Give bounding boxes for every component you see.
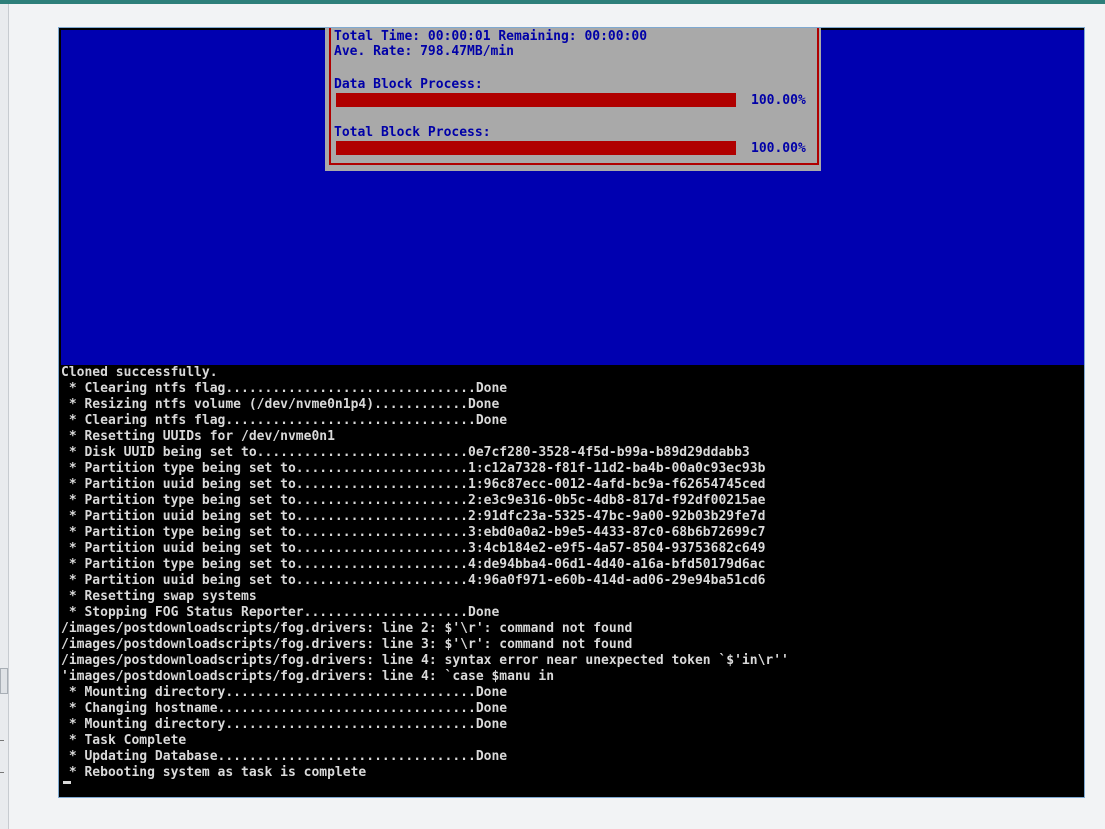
terminal-line: /images/postdownloadscripts/fog.drivers:…	[61, 621, 633, 636]
remote-console-screen[interactable]: Total Time: 00:00:01 Remaining: 00:00:00…	[58, 27, 1085, 798]
terminal-line: /images/postdownloadscripts/fog.drivers:…	[61, 637, 633, 652]
terminal-line: * Partition uuid being set to...........…	[61, 573, 766, 588]
terminal-output: Cloned successfully. * Clearing ntfs fla…	[61, 365, 1084, 797]
left-edge-mark	[0, 772, 4, 773]
total-block-percent: 100.00%	[751, 141, 806, 156]
terminal-line: * Mounting directory....................…	[61, 685, 508, 700]
progress-dialog-frame: Total Time: 00:00:01 Remaining: 00:00:00…	[329, 28, 819, 165]
total-time-text: Total Time: 00:00:01 Remaining: 00:00:00	[334, 29, 648, 44]
total-block-progress-bar	[336, 141, 736, 155]
terminal-line: Cloned successfully.	[61, 365, 218, 380]
terminal-line: * Resetting swap systems	[61, 589, 257, 604]
terminal-line: * Partition type being set to...........…	[61, 525, 766, 540]
terminal-line: * Partition type being set to...........…	[61, 461, 766, 476]
data-block-percent: 100.00%	[751, 93, 806, 108]
terminal-line: * Partition type being set to...........…	[61, 557, 766, 572]
left-edge-mark	[0, 740, 4, 741]
left-panel-edge	[0, 4, 9, 829]
average-rate-text: Ave. Rate: 798.47MB/min	[334, 44, 515, 59]
terminal-line: * Stopping FOG Status Reporter..........…	[61, 605, 500, 620]
terminal-line: * Mounting directory....................…	[61, 717, 508, 732]
terminal-line: * Partition uuid being set to...........…	[61, 477, 766, 492]
terminal-line: * Partition type being set to...........…	[61, 493, 766, 508]
terminal-line: * Clearing ntfs flag....................…	[61, 381, 508, 396]
total-block-label: Total Block Process:	[334, 125, 491, 140]
terminal-line: * Resizing ntfs volume (/dev/nvme0n1p4).…	[61, 397, 500, 412]
data-block-label: Data Block Process:	[334, 77, 483, 92]
terminal-cursor	[63, 781, 71, 784]
left-scroll-button[interactable]	[0, 668, 8, 694]
terminal-line: * Updating Database.....................…	[61, 749, 508, 764]
terminal-line: * Clearing ntfs flag....................…	[61, 413, 508, 428]
data-block-progress-bar	[336, 93, 736, 107]
terminal-line: 'images/postdownloadscripts/fog.drivers:…	[61, 669, 555, 684]
terminal-line: * Disk UUID being set to................…	[61, 445, 750, 460]
terminal-line: * Partition uuid being set to...........…	[61, 509, 766, 524]
terminal-line: /images/postdownloadscripts/fog.drivers:…	[61, 653, 789, 668]
terminal-line: * Resetting UUIDs for /dev/nvme0n1	[61, 429, 335, 444]
terminal-line: * Rebooting system as task is complete	[61, 765, 367, 780]
partclone-screen: Total Time: 00:00:01 Remaining: 00:00:00…	[61, 28, 1084, 365]
terminal-line: * Task Complete	[61, 733, 187, 748]
terminal-line: * Changing hostname.....................…	[61, 701, 508, 716]
terminal-line: * Partition uuid being set to...........…	[61, 541, 766, 556]
progress-dialog: Total Time: 00:00:01 Remaining: 00:00:00…	[325, 28, 821, 171]
window-top-bar	[0, 0, 1105, 4]
